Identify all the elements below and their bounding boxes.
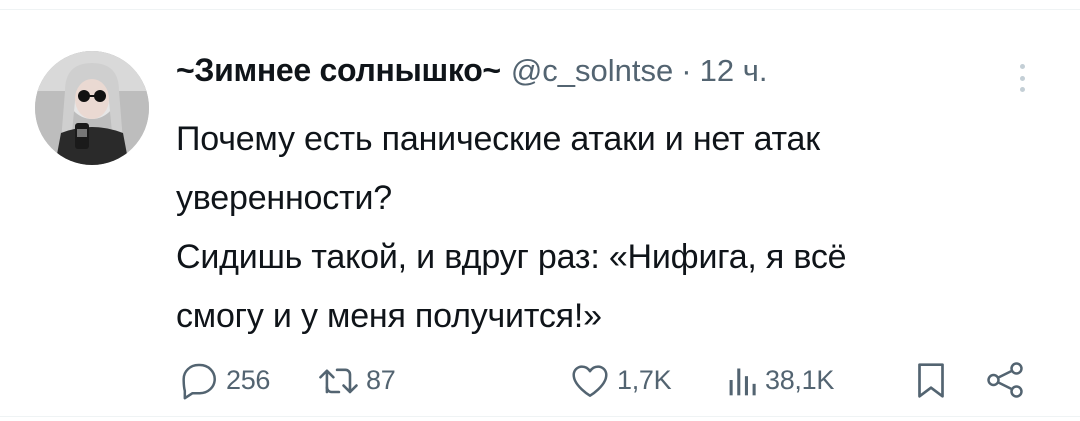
like-button[interactable]: 1,7K — [567, 355, 672, 405]
like-count: 1,7K — [617, 364, 672, 395]
share-icon — [987, 362, 1023, 398]
repost-button[interactable]: 87 — [314, 355, 396, 405]
timestamp[interactable]: 12 ч. — [700, 53, 768, 89]
tweet-text-line: смогу и у меня получится!» — [176, 297, 602, 335]
tweet-text: Почему есть панические атаки и нет атак … — [176, 110, 1036, 346]
tweet[interactable]: ~Зимнее солнышко~ @c_solntse · 12 ч. Поч… — [0, 10, 1080, 416]
separator-dot: · — [681, 53, 692, 88]
bottom-divider — [0, 416, 1080, 417]
heart-icon — [572, 365, 608, 397]
views-button[interactable]: 38,1K — [725, 355, 834, 405]
reply-icon — [182, 363, 216, 400]
reply-button[interactable]: 256 — [176, 355, 270, 405]
avatar[interactable] — [35, 51, 149, 165]
action-bar: 256 87 1,7K 38,1K — [176, 355, 1036, 405]
repost-count: 87 — [366, 364, 396, 395]
avatar-image — [35, 51, 149, 165]
tweet-text-line: уверенности? — [176, 179, 392, 217]
bookmark-icon — [918, 363, 944, 398]
more-vertical-icon[interactable] — [1010, 58, 1034, 98]
tweet-text-line: Почему есть панические атаки и нет атак — [176, 120, 820, 158]
display-name[interactable]: ~Зимнее солнышко~ — [176, 52, 501, 89]
user-handle[interactable]: @c_solntse — [511, 53, 673, 89]
bookmark-button[interactable] — [911, 355, 951, 405]
reply-count: 256 — [226, 364, 271, 395]
tweet-header: ~Зимнее солнышко~ @c_solntse · 12 ч. — [176, 52, 767, 92]
views-count: 38,1K — [765, 364, 835, 395]
bar-chart-icon — [729, 368, 756, 396]
tweet-text-line: Сидишь такой, и вдруг раз: «Нифига, я вс… — [176, 238, 847, 276]
repost-icon — [319, 368, 358, 394]
share-button[interactable] — [982, 355, 1028, 405]
